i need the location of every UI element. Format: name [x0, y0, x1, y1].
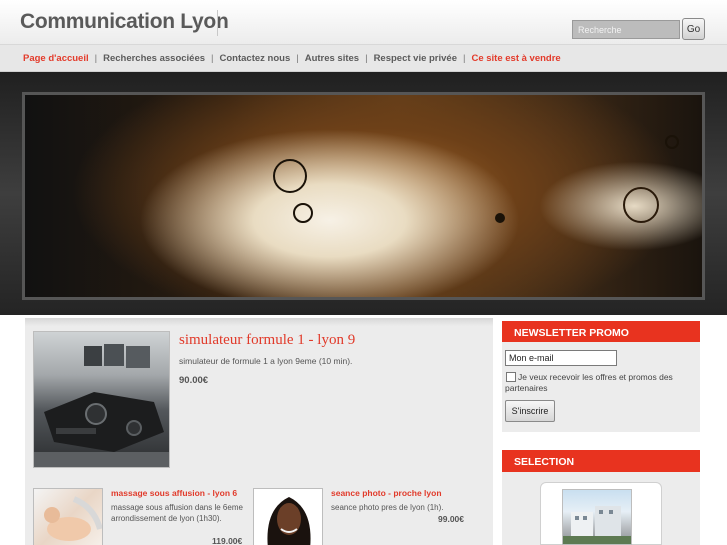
banner-ring — [495, 213, 505, 223]
product-card-image[interactable] — [253, 488, 323, 545]
featured-product-image[interactable] — [33, 331, 170, 468]
banner-ring — [665, 135, 679, 149]
nav-item-contact[interactable]: Contactez nous — [220, 53, 291, 64]
search-input[interactable] — [572, 20, 680, 39]
nav-separator: | — [365, 52, 368, 64]
featured-product-price: 90.00€ — [179, 375, 209, 386]
site-header: Communication Lyon Go — [0, 0, 727, 44]
nav-separator: | — [296, 52, 299, 64]
massage-picture — [44, 496, 102, 541]
nav-item-home[interactable]: Page d'accueil — [23, 53, 89, 64]
nav-separator: | — [211, 52, 214, 64]
banner-ring — [293, 203, 313, 223]
banner-image — [22, 92, 705, 300]
banner — [0, 72, 727, 315]
site-title[interactable]: Communication Lyon — [20, 10, 229, 34]
selection-heading: SELECTION — [502, 450, 700, 478]
newsletter-heading: NEWSLETTER PROMO — [502, 321, 700, 349]
banner-ring — [623, 187, 659, 223]
product-card-price: 119.00€ — [212, 536, 243, 545]
consent-label: Je veux recevoir les offres et promos de… — [505, 372, 673, 393]
main-nav: Page d'accueil | Recherches associées | … — [0, 44, 727, 72]
product-card-title[interactable]: seance photo - proche lyon — [331, 488, 442, 498]
product-card-title[interactable]: massage sous affusion - lyon 6 — [111, 488, 237, 498]
nav-separator: | — [94, 52, 98, 64]
nav-item-for-sale[interactable]: Ce site est à vendre — [471, 53, 560, 64]
nav-item-privacy[interactable]: Respect vie privée — [374, 53, 457, 64]
email-field[interactable] — [505, 350, 617, 366]
nav-separator: | — [463, 52, 466, 64]
selection-product-image[interactable] — [562, 489, 632, 545]
product-card-description: seance photo pres de lyon (1h). — [331, 503, 444, 512]
product-card-description: massage sous affusion dans le 6eme arron… — [111, 503, 243, 523]
subscribe-button[interactable]: S'inscrire — [505, 400, 555, 422]
racing-simulator-picture — [34, 344, 169, 467]
nav-item-related-searches[interactable]: Recherches associées — [103, 53, 205, 64]
banner-ring — [273, 159, 307, 193]
content-top-bar — [25, 318, 493, 326]
product-card-image[interactable] — [33, 488, 103, 545]
newsletter-heading-label: NEWSLETTER PROMO — [514, 327, 629, 339]
featured-product-title[interactable]: simulateur formule 1 - lyon 9 — [179, 332, 355, 349]
selection-heading-label: SELECTION — [514, 456, 575, 468]
title-divider — [217, 10, 218, 36]
nav-list: Page d'accueil | Recherches associées | … — [0, 45, 727, 71]
nav-item-other-sites[interactable]: Autres sites — [305, 53, 359, 64]
search-go-button[interactable]: Go — [682, 18, 705, 40]
product-card-price: 99.00€ — [438, 514, 464, 524]
portrait-picture — [267, 497, 311, 545]
building-picture — [563, 506, 631, 544]
featured-product-description: simulateur de formule 1 a lyon 9eme (10 … — [179, 356, 353, 366]
